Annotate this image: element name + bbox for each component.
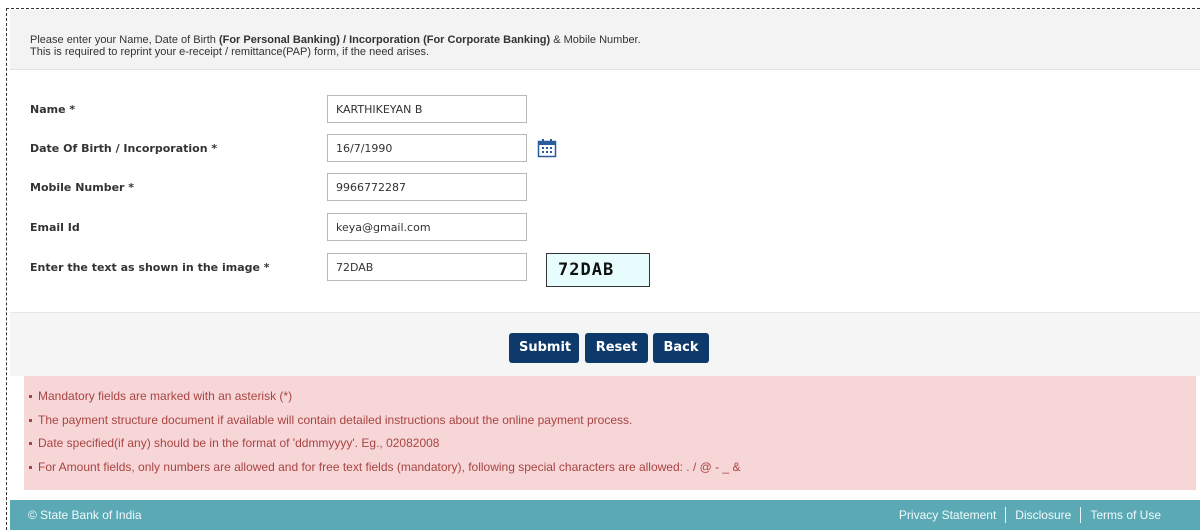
reprint-form: Name * Date Of Birth / Incorporation * M… — [10, 70, 1200, 312]
notice-line-1: Please enter your Name, Date of Birth (F… — [30, 34, 1200, 46]
info-item: The payment structure document if availa… — [24, 410, 1196, 434]
name-row: Name * — [30, 95, 730, 125]
info-item: Date specified(if any) should be in the … — [24, 433, 1196, 457]
dob-label: Date Of Birth / Incorporation * — [30, 142, 218, 155]
copyright-text: © State Bank of India — [28, 508, 142, 522]
mobile-label: Mobile Number * — [30, 181, 135, 194]
captcha-image: 72DAB — [546, 253, 650, 287]
captcha-input[interactable] — [327, 253, 527, 281]
terms-of-use-link[interactable]: Terms of Use — [1081, 500, 1170, 530]
name-label: Name * — [30, 103, 76, 116]
calendar-icon[interactable] — [537, 138, 557, 158]
info-item: Mandatory fields are marked with an aste… — [24, 386, 1196, 410]
reset-button[interactable]: Reset — [585, 333, 648, 363]
footer: © State Bank of India Privacy Statement … — [10, 500, 1200, 530]
dob-input[interactable] — [327, 134, 527, 162]
captcha-row: Enter the text as shown in the image * 7… — [30, 253, 730, 287]
email-input[interactable] — [327, 213, 527, 241]
info-item: For Amount fields, only numbers are allo… — [24, 457, 1196, 481]
dob-row: Date Of Birth / Incorporation * — [30, 134, 730, 164]
button-bar: Submit Reset Back — [10, 312, 1200, 376]
footer-links: Privacy Statement Disclosure Terms of Us… — [890, 500, 1170, 530]
notice-text: Please enter your Name, Date of Birth — [30, 34, 219, 46]
mobile-input[interactable] — [327, 173, 527, 201]
notice-bold-text: (For Personal Banking) / Incorporation (… — [218, 34, 551, 46]
back-button[interactable]: Back — [653, 333, 709, 363]
submit-button[interactable]: Submit — [509, 333, 579, 363]
name-input[interactable] — [327, 95, 527, 123]
email-row: Email Id — [30, 213, 730, 243]
notice-text-suffix: & Mobile Number. — [550, 34, 641, 46]
captcha-label: Enter the text as shown in the image * — [30, 261, 270, 274]
notice-line-2: This is required to reprint your e-recei… — [30, 46, 430, 58]
mobile-row: Mobile Number * — [30, 173, 730, 203]
info-box: Mandatory fields are marked with an aste… — [24, 376, 1196, 490]
disclosure-link[interactable]: Disclosure — [1006, 500, 1080, 530]
privacy-statement-link[interactable]: Privacy Statement — [890, 500, 1005, 530]
instruction-notice: Please enter your Name, Date of Birth (F… — [10, 10, 1200, 70]
info-list: Mandatory fields are marked with an aste… — [24, 386, 1196, 480]
email-label: Email Id — [30, 221, 80, 234]
